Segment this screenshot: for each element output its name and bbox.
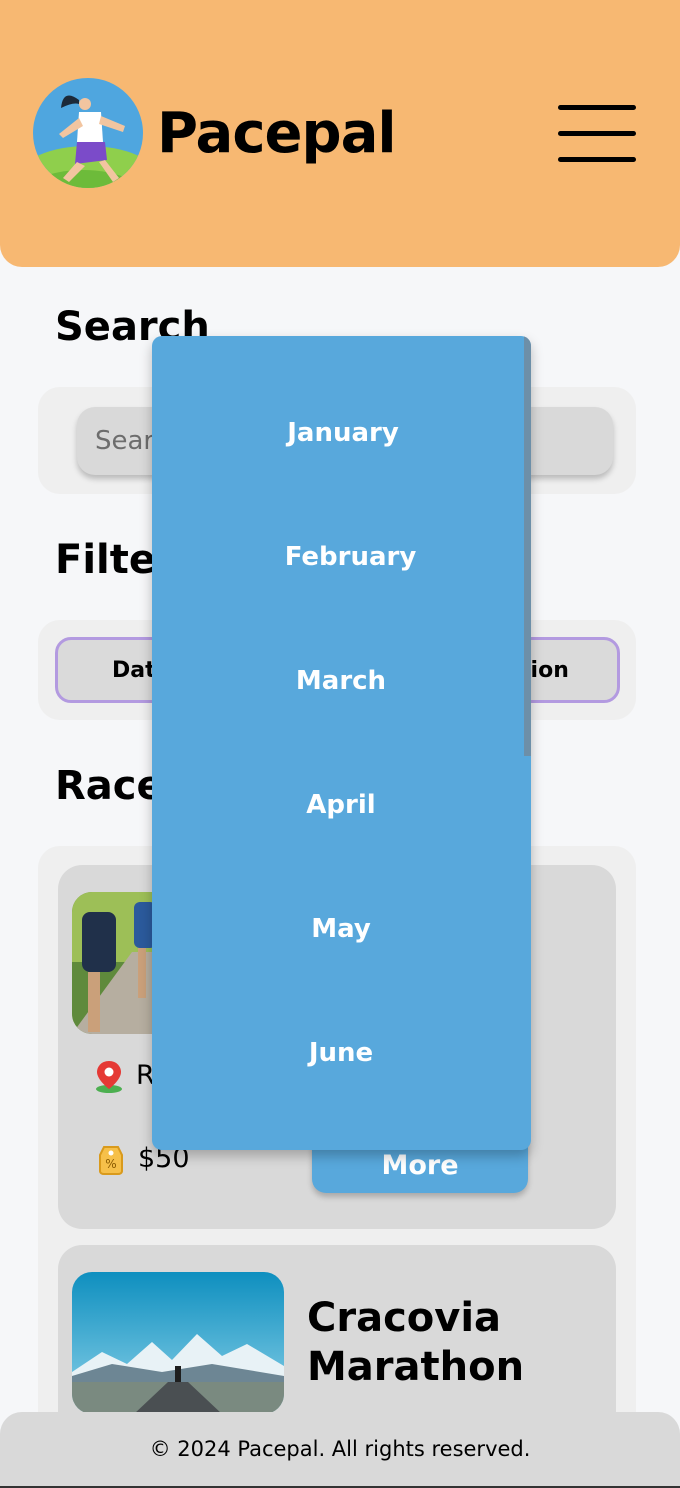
dropdown-scrollbar[interactable] [524, 336, 531, 756]
race-image [72, 1272, 284, 1414]
more-button-label: More [381, 1150, 459, 1181]
location-pin-icon [94, 1059, 124, 1093]
app-header: Pacepal [0, 0, 680, 267]
month-option-january[interactable]: January [152, 413, 524, 453]
hamburger-menu-icon[interactable] [556, 103, 638, 165]
month-option-february[interactable]: February [152, 537, 524, 577]
month-dropdown[interactable]: January February March April May June [152, 336, 531, 1150]
price-tag-icon: % [98, 1143, 124, 1175]
footer-copyright: © 2024 Pacepal. All rights reserved. [149, 1437, 531, 1461]
footer: © 2024 Pacepal. All rights reserved. [0, 1412, 680, 1488]
race-name: Cracovia Marathon [307, 1295, 525, 1390]
svg-text:%: % [105, 1157, 116, 1171]
month-option-march[interactable]: March [152, 661, 524, 701]
runner-logo-icon[interactable] [33, 78, 143, 188]
month-option-may[interactable]: May [152, 909, 524, 949]
month-option-april[interactable]: April [152, 785, 524, 825]
brand-name: Pacepal [157, 101, 397, 166]
month-option-june[interactable]: June [152, 1033, 524, 1073]
